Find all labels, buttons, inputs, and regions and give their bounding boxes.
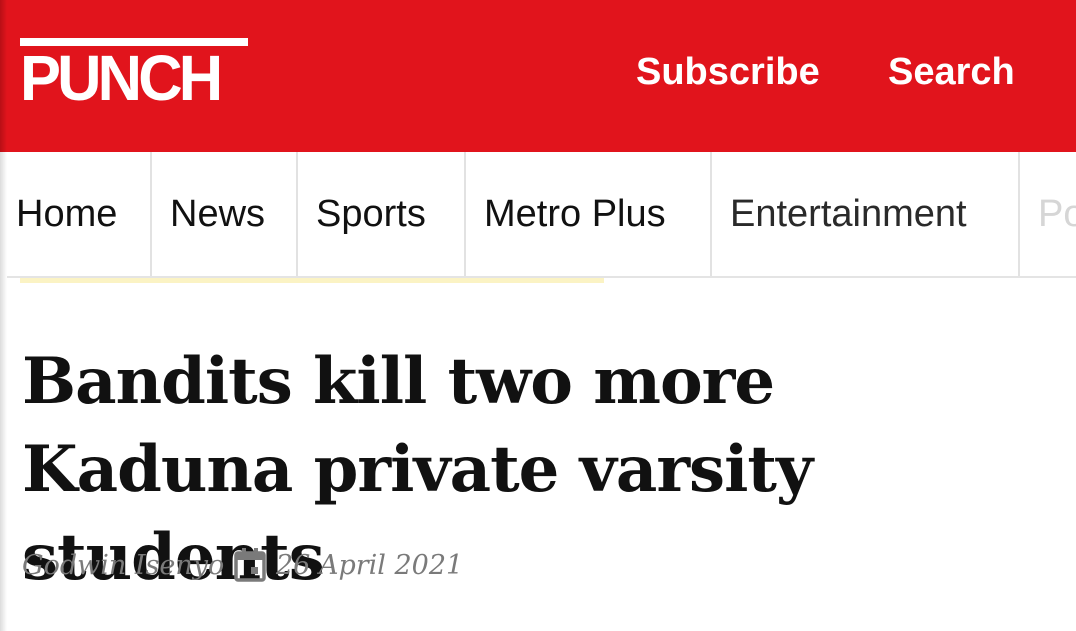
reading-progress-bar (20, 278, 604, 283)
subscribe-button[interactable]: Subscribe (636, 50, 820, 94)
nav-item-metro-plus[interactable]: Metro Plus (466, 152, 712, 276)
nav-item-politics[interactable]: Po (1020, 152, 1076, 276)
nav-item-news[interactable]: News (152, 152, 298, 276)
search-button[interactable]: Search (888, 50, 1015, 94)
logo-text: PUNCH (20, 42, 223, 114)
author-name[interactable]: Godwin Isenyo (22, 546, 224, 586)
left-edge-shadow-header (0, 0, 7, 152)
category-nav: Home News Sports Metro Plus Entertainmen… (0, 152, 1076, 278)
punch-logo[interactable]: PUNCH (20, 38, 252, 110)
nav-item-entertainment[interactable]: Entertainment (712, 152, 1020, 276)
site-header: PUNCH Subscribe Search (0, 0, 1076, 152)
calendar-icon (234, 548, 266, 582)
nav-item-home[interactable]: Home (0, 152, 152, 276)
publish-date: 26 April 2021 (276, 550, 464, 581)
left-edge-shadow (0, 152, 7, 631)
nav-item-sports[interactable]: Sports (298, 152, 466, 276)
